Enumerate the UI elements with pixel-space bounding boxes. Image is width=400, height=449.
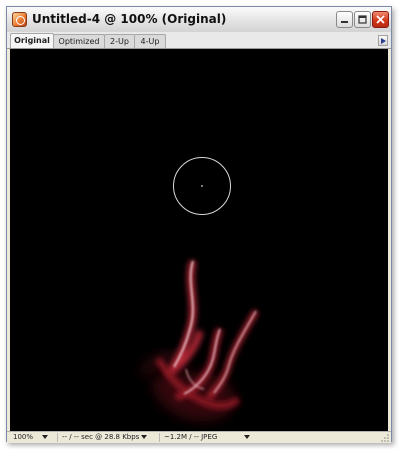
document-window: Untitled-4 @ 100% (Original) Original Op… (6, 6, 392, 443)
minimize-button[interactable] (336, 11, 353, 28)
title-bar[interactable]: Untitled-4 @ 100% (Original) (7, 7, 391, 33)
cursor-center-dot (201, 185, 203, 187)
chevron-down-icon[interactable] (141, 435, 147, 439)
close-button[interactable] (372, 11, 389, 28)
tab-4-up[interactable]: 4-Up (134, 34, 166, 48)
document-canvas[interactable] (10, 49, 388, 431)
zoom-value: 100% (13, 433, 34, 441)
tab-original[interactable]: Original (10, 33, 54, 48)
tab-scroll-button[interactable] (378, 35, 388, 46)
maximize-button[interactable] (354, 11, 371, 28)
close-icon (376, 15, 385, 24)
tab-2-up[interactable]: 2-Up (104, 34, 135, 48)
chevron-right-icon (380, 37, 386, 44)
chevron-down-icon[interactable] (42, 435, 48, 439)
resize-grip-icon[interactable] (381, 434, 389, 442)
window-title: Untitled-4 @ 100% (Original) (32, 12, 227, 26)
status-bar: 100% -- / -- sec @ 28.8 Kbps ~1.2M / -- … (7, 431, 391, 443)
fireworks-document-icon (12, 12, 27, 27)
chevron-down-icon[interactable] (244, 435, 250, 439)
maximize-icon (358, 15, 367, 24)
preview-tab-bar: Original Optimized 2-Up 4-Up (7, 32, 391, 49)
red-smoke-flame-image (139, 259, 259, 422)
file-info-value: ~1.2M / -- JPEG (164, 433, 218, 441)
download-time-value: -- / -- sec @ 28.8 Kbps (62, 433, 140, 441)
tab-optimized[interactable]: Optimized (53, 34, 105, 48)
minimize-icon (341, 21, 348, 23)
brush-cursor-icon (173, 157, 231, 215)
